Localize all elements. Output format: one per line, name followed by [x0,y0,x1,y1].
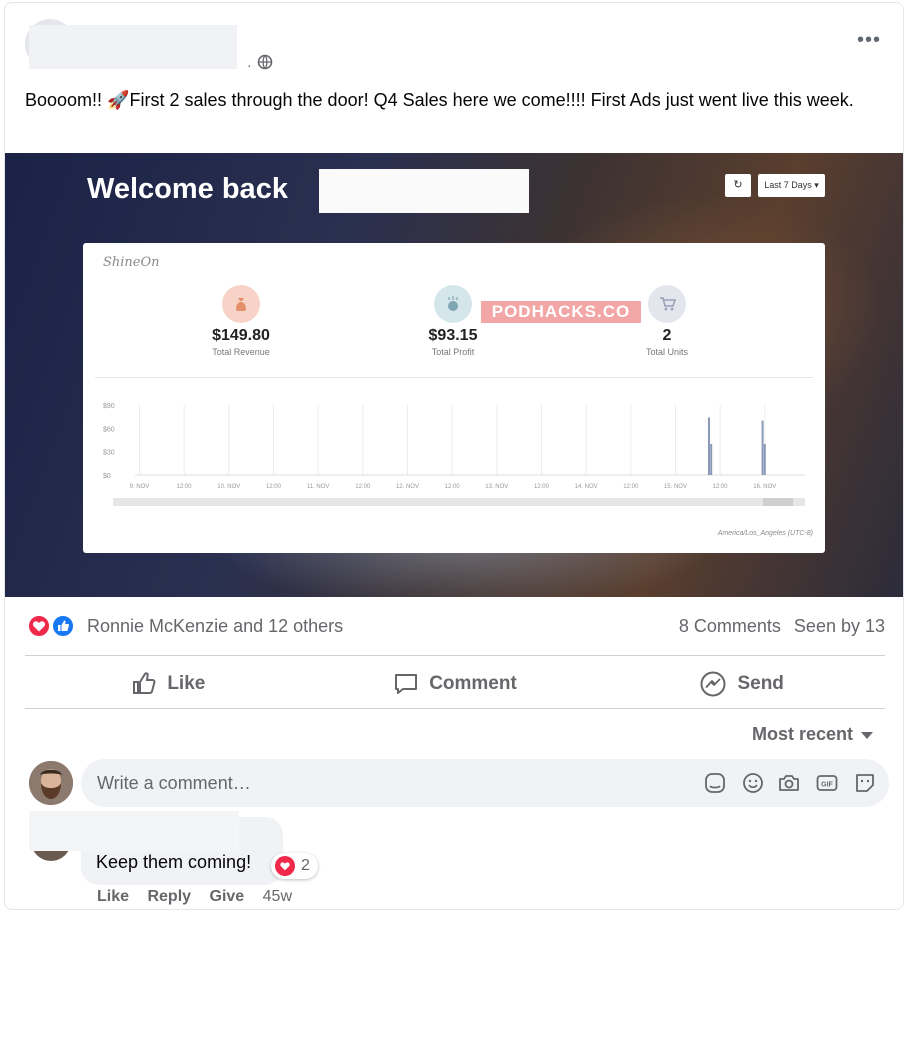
comment-reply-link[interactable]: Reply [147,888,191,905]
y-tick-label: $60 [103,426,115,433]
refresh-icon: ↻ [725,174,751,197]
cart-icon [648,285,686,323]
x-tick-label: 12:00 [445,484,461,490]
x-tick-label: 13. NOV [485,484,508,490]
x-tick-label: 9. NOV [130,484,150,490]
send-label: Send [737,673,784,694]
comment-button[interactable]: Comment [312,659,599,709]
svg-text:GIF: GIF [821,782,833,789]
y-tick-label: $0 [103,473,111,480]
comment-reaction-badge[interactable]: 2 [271,853,318,879]
y-tick-label: $30 [103,450,115,457]
comment-actions: Like Reply Give 45w [97,888,306,906]
chart-bar [763,443,766,475]
current-user-avatar[interactable] [29,761,73,805]
engagement-counts: 8 Comments Seen by 13 [671,616,885,637]
x-tick-label: 16. NOV [753,484,776,490]
welcome-name-redaction [319,169,529,213]
comment-input[interactable] [97,771,657,795]
thumbs-up-icon [133,672,156,694]
comment-reaction-count: 2 [301,857,310,874]
x-tick-label: 11. NOV [307,484,330,490]
post-actions: Like Comment Send [25,659,885,709]
x-tick-label: 12:00 [355,484,371,490]
dashboard-panel: ShineOn $149.80 Total Revenue $93.15 Tot… [83,243,825,553]
messenger-icon [700,671,726,697]
timezone-label: America/Los_Angeles (UTC-8) [717,530,813,537]
shineon-logo: ShineOn [103,255,160,270]
love-reaction-icon [275,856,295,876]
divider [95,377,813,378]
gif-icon[interactable]: GIF [815,771,839,795]
x-tick-label: 12. NOV [396,484,419,490]
x-tick-label: 12:00 [534,484,550,490]
comment-like-link[interactable]: Like [97,888,129,905]
avatar-sticker-icon[interactable] [703,771,727,795]
comment-timestamp[interactable]: 45w [263,888,292,905]
x-tick-label: 12:00 [177,484,193,490]
comment-sort-dropdown[interactable]: Most recent [752,724,873,745]
like-label: Like [167,673,206,694]
stat-revenue: $149.80 Total Revenue [171,285,311,357]
welcome-heading: Welcome back [87,173,288,205]
meta-separator: · [247,57,252,73]
reaction-summary: Ronnie McKenzie and 12 others 8 Comments… [25,613,885,641]
post-header: · ••• [25,17,885,81]
stat-value: 2 [662,327,672,344]
caret-down-icon [861,731,873,739]
date-range-button: Last 7 Days ▾ [758,174,825,197]
x-tick-label: 12:00 [266,484,282,490]
stat-value: $93.15 [428,327,478,344]
stat-label: Total Units [645,347,689,357]
author-name-redaction [29,25,237,69]
globe-icon[interactable] [257,54,273,70]
comment-label: Comment [429,673,517,694]
comment-icon [395,674,418,694]
stat-label: Total Revenue [212,347,270,357]
x-tick-label: 12:00 [713,484,729,490]
camera-icon[interactable] [777,771,801,795]
stat-label: Total Profit [431,347,475,357]
more-options-icon[interactable]: ••• [857,29,881,52]
comments-count-link[interactable]: 8 Comments [679,616,781,636]
divider [25,655,885,656]
chart-navigator-scrollbar [113,498,805,506]
money-bag-icon [222,285,260,323]
comment-give-link[interactable]: Give [210,888,245,905]
revenue-chart: $90 $60 $30 $0 9. NOV 12:00 10. NOV 12:00 11. NO… [103,403,805,506]
chart-bar [707,417,710,475]
y-tick-label: $90 [103,403,115,410]
reactor-names-link[interactable]: Ronnie McKenzie and 12 others [87,616,343,637]
comment-composer: GIF [81,759,889,807]
comment-text: Keep them coming! [96,852,252,872]
love-reaction-icon[interactable] [27,614,51,638]
x-tick-label: 15. NOV [664,484,687,490]
coin-icon [434,285,472,323]
chart-bar [761,420,764,475]
sticker-icon[interactable] [853,771,877,795]
post-card: · ••• Boooom!! 🚀First 2 sales through th… [4,2,904,910]
post-image[interactable]: Welcome back ↻ Last 7 Days ▾ ShineOn $14… [5,153,903,597]
sort-label: Most recent [751,724,853,744]
emoji-icon[interactable] [741,771,765,795]
like-reaction-icon[interactable] [51,614,75,638]
post-text: Boooom!! 🚀First 2 sales through the door… [25,90,854,110]
divider [25,708,885,709]
commenter-name-redaction [29,811,239,851]
x-tick-label: 10. NOV [217,484,240,490]
chart-navigator-thumb [763,498,793,506]
x-tick-label: 14. NOV [575,484,598,490]
seen-by-count[interactable]: Seen by 13 [794,616,885,636]
stat-value: $149.80 [212,327,270,344]
like-button[interactable]: Like [25,659,312,709]
chart-bar [710,443,713,475]
send-button[interactable]: Send [598,659,885,709]
x-tick-label: 12:00 [623,484,639,490]
watermark: PODHACKS.CO [481,301,641,323]
